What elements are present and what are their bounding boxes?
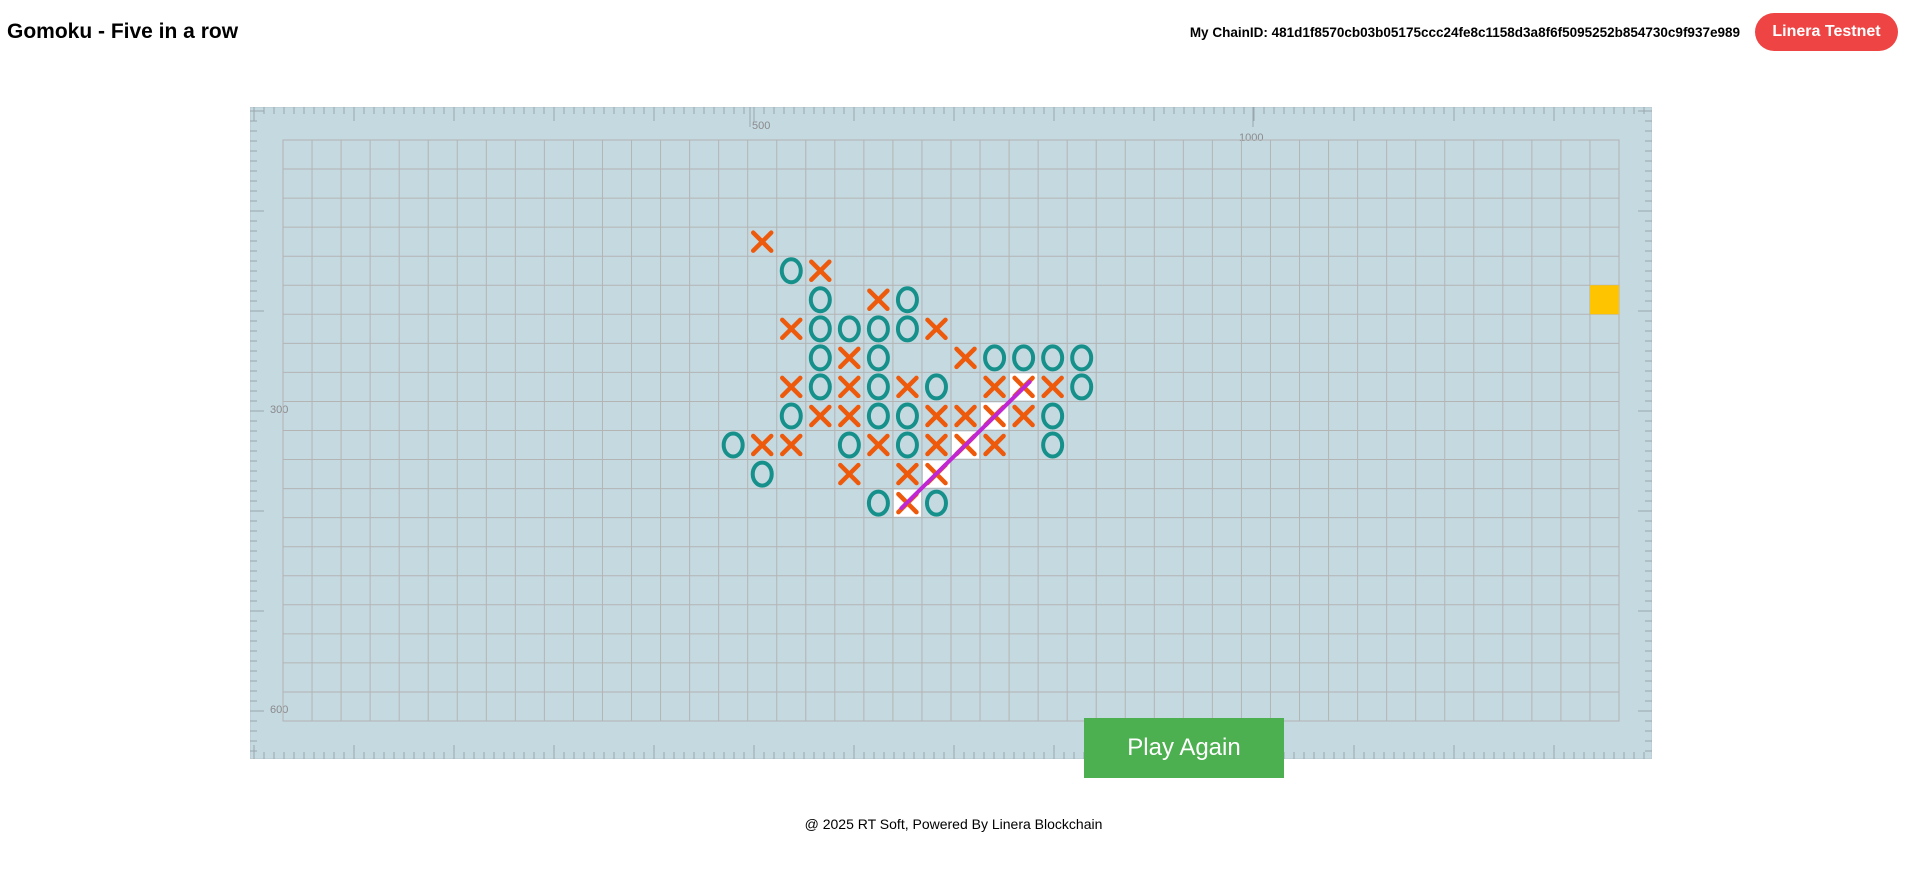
play-again-button[interactable]: Play Again [1084,718,1284,778]
ruler-label-1000: 1000 [1239,132,1263,144]
chain-id-display: My ChainID: 481d1f8570cb03b05175ccc24fe8… [1190,25,1740,40]
game-board[interactable]: 500 1000 300 600 [250,107,1652,759]
turn-indicator [1589,285,1619,315]
grid-lines [283,140,1619,721]
footer-text: @ 2025 RT Soft, Powered By Linera Blockc… [804,816,1103,832]
ruler-label-600: 600 [270,704,288,716]
app-title: Gomoku - Five in a row [7,20,239,43]
chain-id-label: My ChainID: [1189,25,1268,40]
ruler-label-500: 500 [752,120,770,132]
network-button[interactable]: Linera Testnet [1755,13,1898,51]
chain-id-value: 481d1f8570cb03b05175ccc24fe8c1158d3a8f6f… [1271,25,1740,40]
ruler-label-300: 300 [270,404,288,416]
game-board-container: 500 1000 300 600 Play Again [250,107,1652,778]
